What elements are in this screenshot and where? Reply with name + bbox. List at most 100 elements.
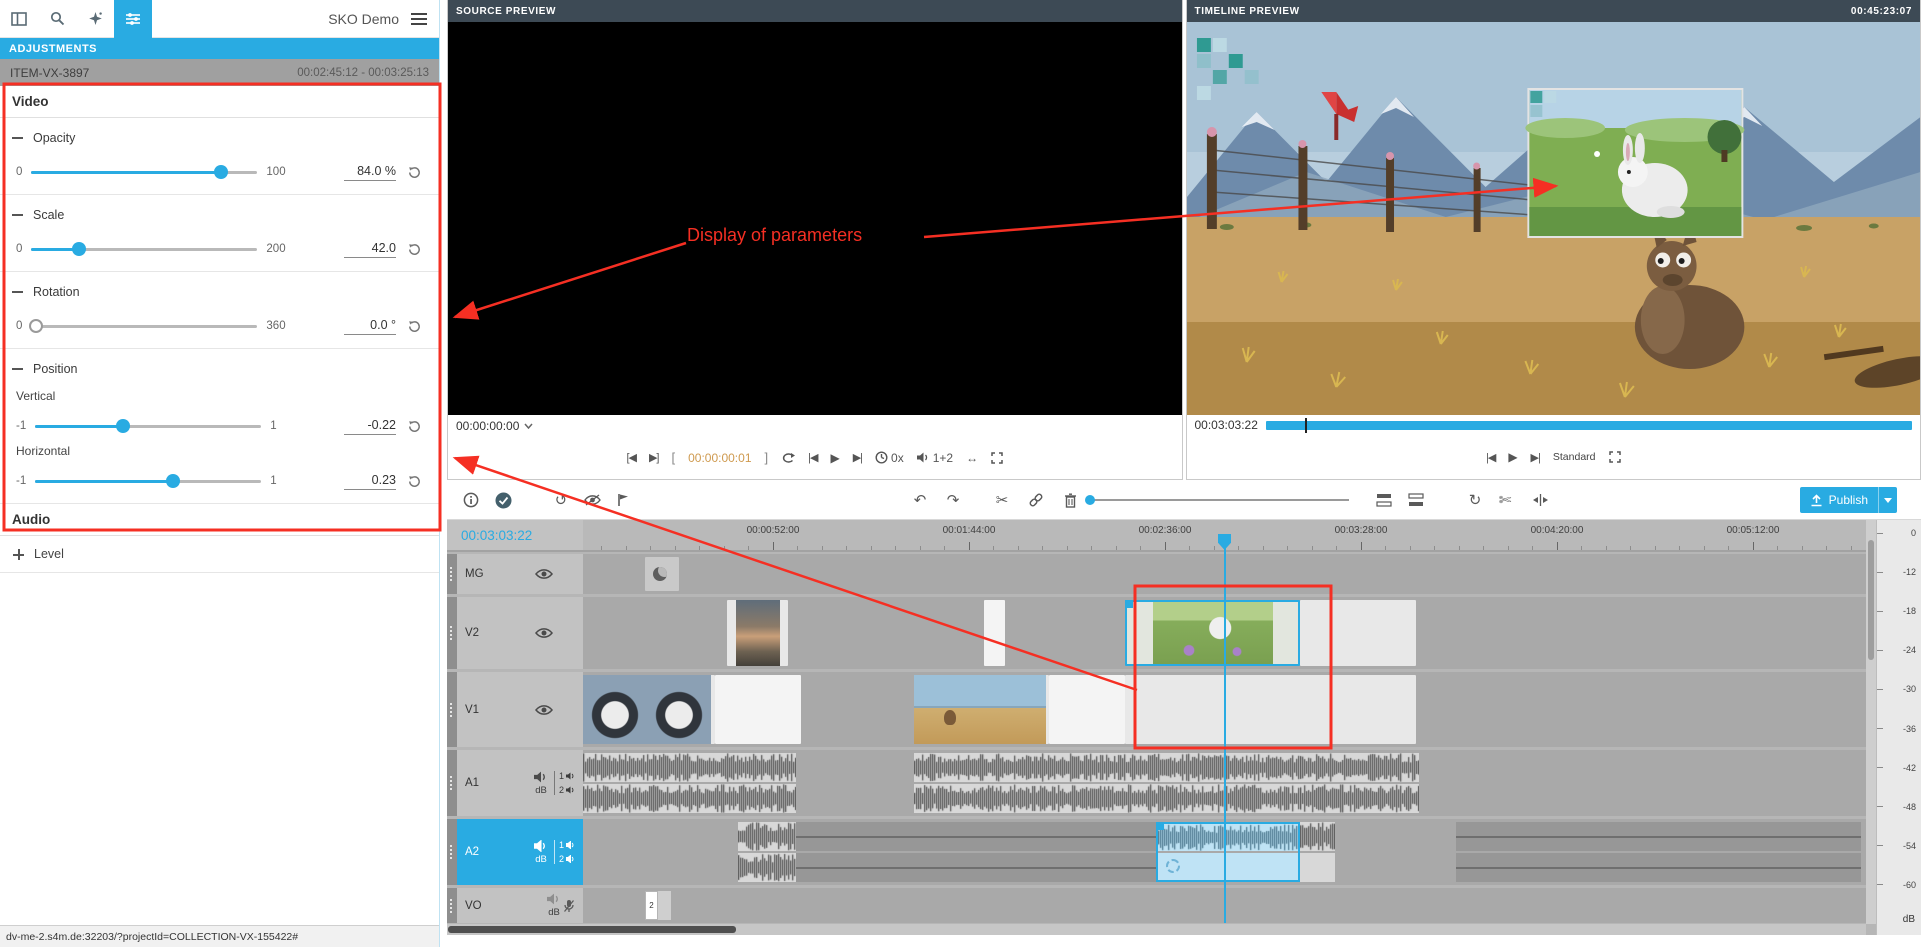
playhead[interactable] <box>1224 548 1226 923</box>
fit-width-icon[interactable]: ↔ <box>966 451 978 465</box>
scale-value[interactable]: 42.0 <box>344 241 396 258</box>
horizontal-scrollbar[interactable] <box>447 924 1866 935</box>
refresh-icon[interactable]: ↻ <box>1460 485 1490 515</box>
step-back-button[interactable]: |◀ <box>1486 451 1495 464</box>
video-clip[interactable] <box>583 675 715 744</box>
revert-icon[interactable]: ↺ <box>546 485 576 515</box>
step-forward-button[interactable]: ▶| <box>1531 451 1540 464</box>
reset-icon[interactable] <box>405 472 423 490</box>
drag-handle-icon[interactable] <box>447 554 457 594</box>
seek-cursor[interactable] <box>1305 418 1307 433</box>
fullscreen-icon[interactable] <box>1609 451 1621 463</box>
audio-clip[interactable] <box>914 753 1300 813</box>
zoom-slider-handle[interactable] <box>1085 495 1095 505</box>
scrollbar-thumb[interactable] <box>1868 540 1874 660</box>
video-clip[interactable] <box>1125 675 1416 744</box>
vertical-scrollbar[interactable] <box>1866 520 1876 924</box>
position-vertical-slider[interactable] <box>35 419 261 433</box>
audio-level-row[interactable]: Level <box>0 536 439 573</box>
track-mg-header[interactable]: MG <box>447 554 583 594</box>
info-icon[interactable] <box>456 485 486 515</box>
play-button[interactable]: ▶ <box>830 451 839 465</box>
audio-clip[interactable] <box>1456 822 1861 882</box>
video-clip[interactable] <box>1049 675 1125 744</box>
track-a2-header[interactable]: A2 dB 1 2 <box>447 819 583 885</box>
quality-selector[interactable]: Standard <box>1553 451 1596 463</box>
mic-muted-icon[interactable] <box>563 899 575 913</box>
approve-check-icon[interactable] <box>488 485 518 515</box>
track-v1-header[interactable]: V1 <box>447 672 583 747</box>
graphics-clip[interactable] <box>645 557 679 591</box>
speaker-muted-icon[interactable] <box>547 893 561 905</box>
search-icon[interactable] <box>38 0 76 38</box>
razor-icon[interactable]: ✄ <box>1490 485 1520 515</box>
param-opacity-header[interactable]: Opacity <box>12 127 427 149</box>
video-clip[interactable] <box>914 675 1049 744</box>
source-timecode[interactable]: 00:00:00:00 <box>456 419 519 433</box>
layout-panels-icon[interactable] <box>0 0 38 38</box>
audio-channels-button[interactable]: 1+2 <box>917 451 953 465</box>
goto-mark-out-button[interactable]: ▶] <box>649 451 659 464</box>
reset-icon[interactable] <box>405 163 423 181</box>
scrollbar-thumb[interactable] <box>448 926 736 933</box>
video-clip[interactable] <box>984 600 1005 666</box>
delete-trash-icon[interactable] <box>1055 485 1085 515</box>
mark-in-icon[interactable]: [ <box>671 450 675 465</box>
scale-slider[interactable] <box>31 242 257 256</box>
drag-handle-icon[interactable] <box>447 597 457 669</box>
track-v2-header[interactable]: V2 <box>447 597 583 669</box>
zoom-slider[interactable] <box>1087 499 1349 501</box>
speaker-icon[interactable] <box>534 771 548 783</box>
effects-icon[interactable] <box>76 0 114 38</box>
selected-audio-clip[interactable] <box>1156 822 1300 882</box>
vertical-value[interactable]: -0.22 <box>344 418 396 435</box>
audio-clip[interactable] <box>1300 753 1419 813</box>
seek-bar[interactable] <box>1266 421 1912 430</box>
fullscreen-icon[interactable] <box>991 452 1003 464</box>
param-rotation-header[interactable]: Rotation <box>12 281 427 303</box>
reset-icon[interactable] <box>405 417 423 435</box>
marker-flag-icon[interactable] <box>608 485 638 515</box>
step-forward-button[interactable]: ▶| <box>853 451 862 464</box>
drag-handle-icon[interactable] <box>447 750 457 816</box>
goto-mark-in-button[interactable]: [◀ <box>626 451 636 464</box>
visibility-eye-icon[interactable] <box>535 704 553 716</box>
video-clip[interactable] <box>1300 600 1416 666</box>
playhead-marker[interactable] <box>1218 534 1231 550</box>
loop-icon[interactable] <box>781 452 795 464</box>
preview-eye-icon[interactable] <box>577 485 607 515</box>
selected-video-clip[interactable] <box>1125 600 1300 666</box>
fit-timeline-icon[interactable] <box>1525 485 1555 515</box>
step-back-button[interactable]: |◀ <box>808 451 817 464</box>
cut-scissors-icon[interactable]: ✂ <box>987 485 1017 515</box>
drag-handle-icon[interactable] <box>447 819 457 885</box>
audio-clip[interactable] <box>738 822 796 882</box>
video-clip[interactable] <box>715 675 801 744</box>
insert-track-above-icon[interactable] <box>1369 485 1399 515</box>
speaker-icon[interactable] <box>534 840 548 852</box>
undo-icon[interactable]: ↶ <box>905 485 935 515</box>
reset-icon[interactable] <box>405 317 423 335</box>
param-scale-header[interactable]: Scale <box>12 204 427 226</box>
rotation-value[interactable]: 0.0 ° <box>344 318 396 335</box>
horizontal-value[interactable]: 0.23 <box>344 473 396 490</box>
opacity-value[interactable]: 84.0 % <box>344 164 396 181</box>
rotation-slider[interactable] <box>31 319 257 333</box>
voiceover-clip[interactable]: 2 <box>645 891 671 920</box>
track-a1-header[interactable]: A1 dB 1 2 <box>447 750 583 816</box>
link-icon[interactable] <box>1021 485 1051 515</box>
menu-icon[interactable] <box>399 0 439 38</box>
play-button[interactable]: ▶ <box>1508 450 1517 464</box>
video-clip[interactable] <box>727 600 788 666</box>
visibility-eye-icon[interactable] <box>535 627 553 639</box>
visibility-eye-icon[interactable] <box>535 568 553 580</box>
playback-speed-button[interactable]: 0x <box>875 451 904 465</box>
publish-dropdown[interactable] <box>1879 487 1897 513</box>
adjustments-icon[interactable] <box>114 0 152 38</box>
drag-handle-icon[interactable] <box>447 672 457 747</box>
mark-out-icon[interactable]: ] <box>765 450 769 465</box>
audio-clip[interactable] <box>1300 822 1335 882</box>
chevron-down-icon[interactable] <box>524 423 533 429</box>
audio-clip[interactable] <box>583 753 796 813</box>
position-horizontal-slider[interactable] <box>35 474 261 488</box>
